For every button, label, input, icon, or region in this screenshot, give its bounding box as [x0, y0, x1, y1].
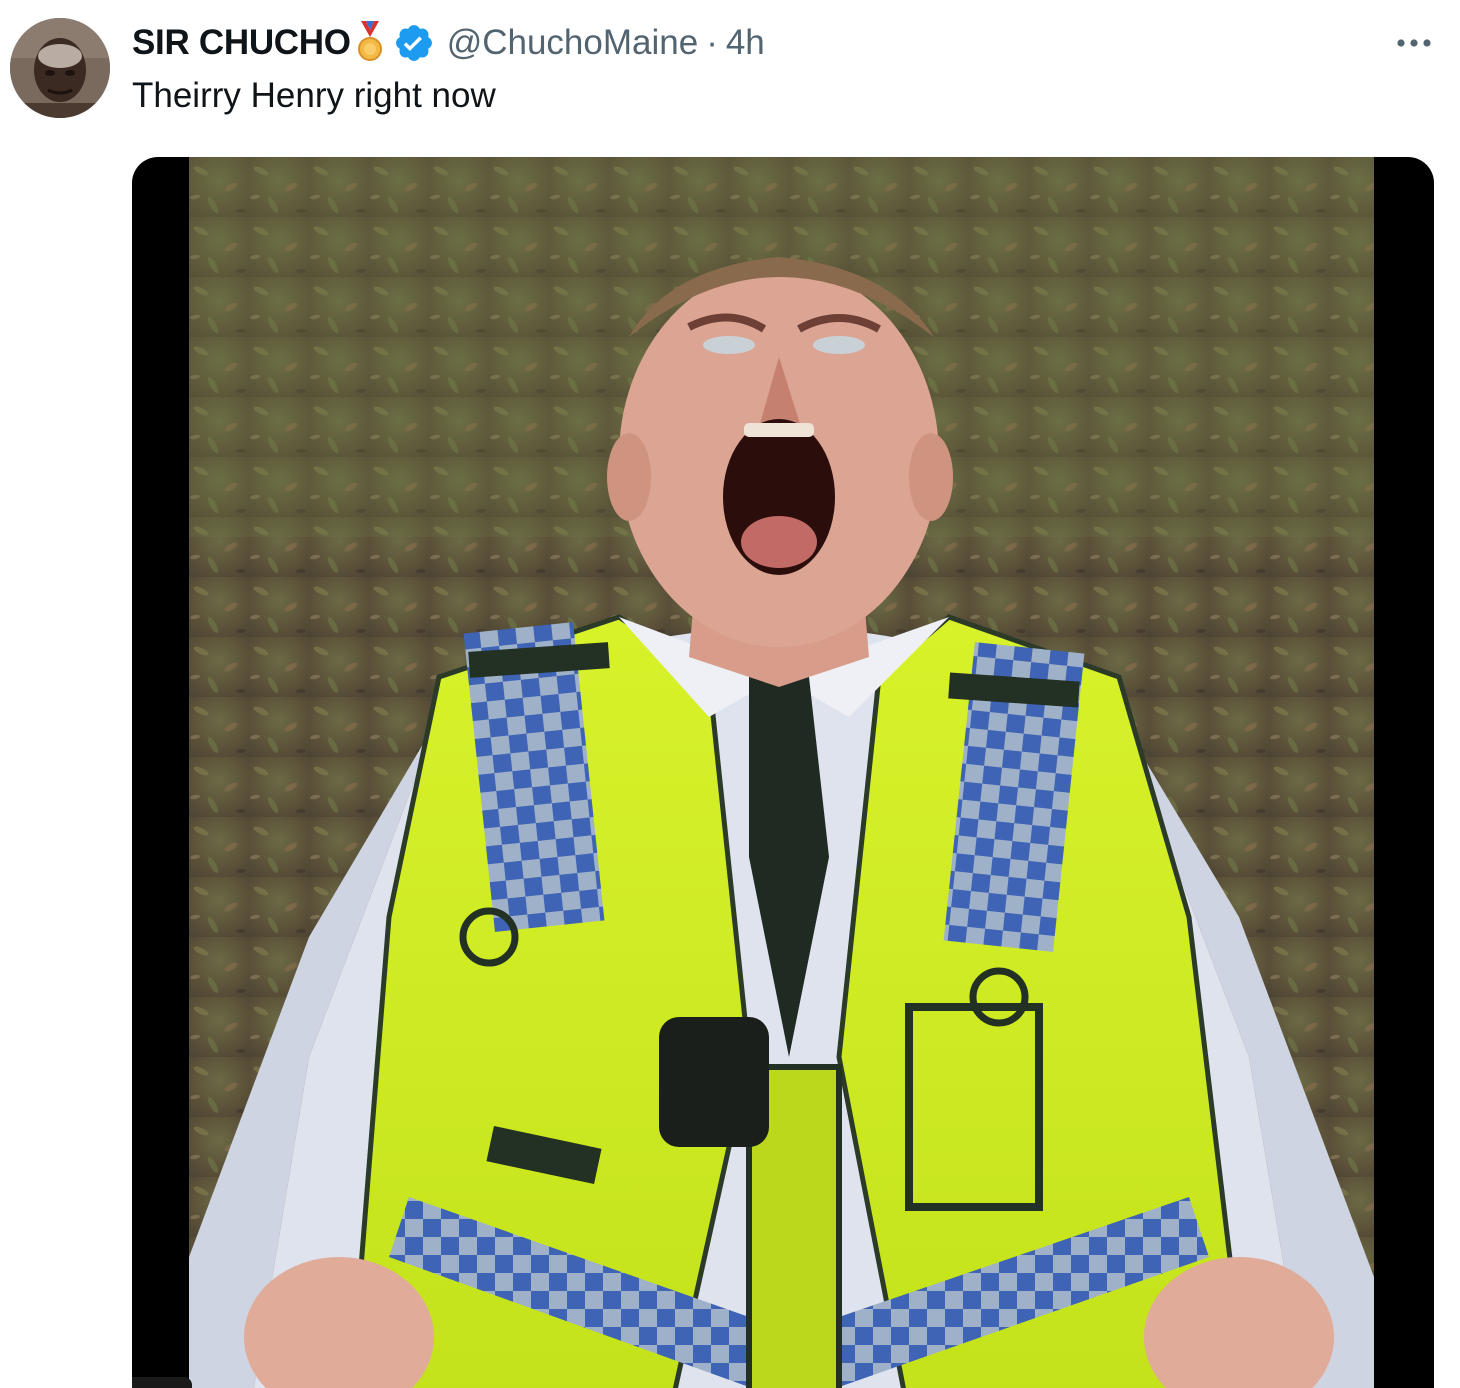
- media-corner-badge: [132, 1377, 192, 1388]
- avatar[interactable]: [10, 18, 110, 118]
- user-handle[interactable]: @ChuchoMaine: [447, 23, 699, 63]
- separator-dot: ·: [706, 23, 718, 62]
- medal-icon: [357, 21, 383, 65]
- video-player[interactable]: [132, 157, 1434, 1388]
- video-frame: [189, 157, 1374, 1388]
- timestamp[interactable]: 4h: [726, 23, 765, 63]
- tweet-header: SIR CHUCHO @ChuchoMaine · 4h: [132, 20, 765, 66]
- tweet-text: Theirry Henry right now: [132, 76, 496, 115]
- more-options-icon[interactable]: [1394, 28, 1434, 58]
- tweet: SIR CHUCHO @ChuchoMaine · 4h Theirry Hen…: [0, 0, 1460, 1388]
- display-name[interactable]: SIR CHUCHO: [132, 23, 351, 63]
- verified-badge-icon: [393, 22, 435, 64]
